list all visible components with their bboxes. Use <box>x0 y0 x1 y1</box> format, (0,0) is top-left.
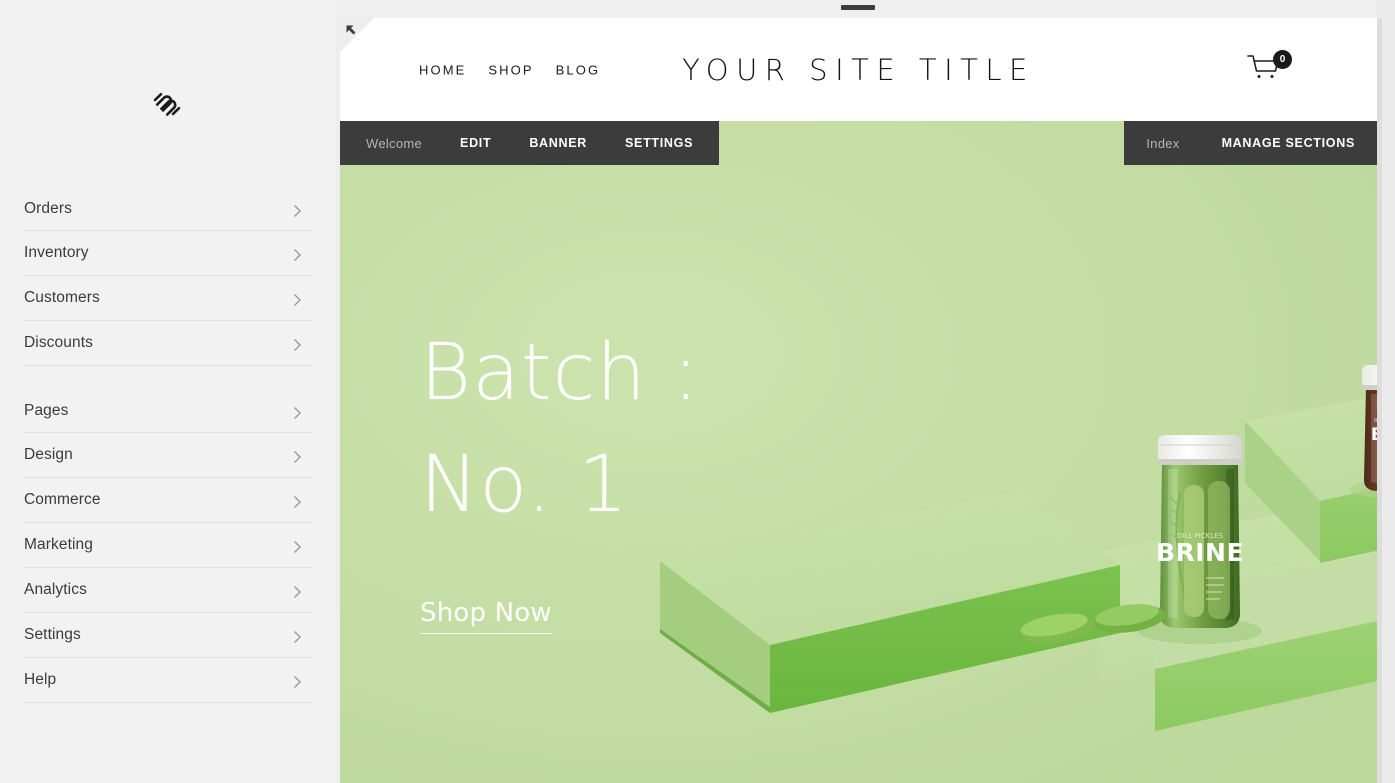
sidebar-item-label: Orders <box>24 199 72 217</box>
cart-count-badge: 0 <box>1273 49 1292 69</box>
sidebar-item-label: Inventory <box>24 244 89 261</box>
svg-text:DILL PICKLES: DILL PICKLES <box>1177 532 1224 540</box>
sidebar-item-settings[interactable]: Settings <box>24 613 312 658</box>
chevron-right-icon <box>293 496 302 508</box>
sidebar-item-inventory[interactable]: Inventory <box>24 231 312 276</box>
sidebar-item-orders[interactable]: Orders <box>24 186 312 231</box>
svg-text:BRINE: BRINE <box>1371 425 1377 445</box>
shop-now-link[interactable]: Shop Now <box>420 598 552 634</box>
manage-sections-button[interactable]: MANAGE SECTIONS <box>1222 136 1355 150</box>
hero-headline-line-1: Batch : <box>420 328 700 418</box>
sidebar-item-label: Commerce <box>24 491 101 508</box>
sidebar-nav: Orders Inventory Customers Discounts Pag… <box>24 186 312 725</box>
sidebar-item-label: Settings <box>24 626 81 643</box>
sidebar-item-label: Design <box>24 446 73 463</box>
toolbar-edit-button[interactable]: EDIT <box>460 136 491 150</box>
sidebar-item-discounts[interactable]: Discounts <box>24 321 312 366</box>
hero-copy: Batch : No. 1 Shop Now <box>420 317 700 634</box>
hero-banner[interactable]: BRINE DILL PICKLES B Batch: No. 1 Shop … <box>340 121 1377 783</box>
sidebar-item-label: Analytics <box>24 581 87 598</box>
site-preview-panel: HOME SHOP BLOG YOUR SITE TITLE 0 BRINE D… <box>340 18 1377 783</box>
sidebar-item-marketing[interactable]: Marketing <box>24 523 312 568</box>
sidebar-item-label: Customers <box>24 289 100 306</box>
site-header: HOME SHOP BLOG YOUR SITE TITLE 0 <box>340 18 1377 121</box>
sidebar-item-commerce[interactable]: Commerce <box>24 478 312 523</box>
chevron-right-icon <box>293 204 302 217</box>
chevron-right-icon <box>293 249 302 261</box>
sidebar-item-help[interactable]: Help <box>24 658 312 703</box>
chevron-right-icon <box>293 339 302 351</box>
sidebar-item-analytics[interactable]: Analytics <box>24 568 312 613</box>
toolbar-settings-button[interactable]: SETTINGS <box>625 136 693 150</box>
resize-arrow-icon[interactable] <box>345 24 359 38</box>
squarespace-logo-icon <box>153 92 181 116</box>
sidebar-group-commerce: Orders Inventory Customers Discounts <box>24 186 312 366</box>
toolbar-context-label: Welcome <box>366 135 423 151</box>
chevron-right-icon <box>293 541 302 553</box>
sidebar-item-pages[interactable]: Pages <box>24 388 312 433</box>
chevron-right-icon <box>293 676 302 688</box>
editor-toolbar-right: Index MANAGE SECTIONS <box>1124 121 1377 165</box>
sidebar-item-customers[interactable]: Customers <box>24 276 312 321</box>
right-gutter <box>1377 0 1395 783</box>
chevron-right-icon <box>293 294 302 306</box>
chevron-right-icon <box>293 586 302 598</box>
toolbar-index-label: Index <box>1146 135 1180 151</box>
chevron-right-icon <box>293 451 302 463</box>
site-title[interactable]: YOUR SITE TITLE <box>340 53 1377 87</box>
squarespace-logo[interactable] <box>0 92 336 118</box>
cart-button[interactable]: 0 <box>1246 49 1292 87</box>
sidebar-item-label: Pages <box>24 401 69 419</box>
sidebar-item-label: Discounts <box>24 334 93 351</box>
sidebar-item-label: Help <box>24 671 57 688</box>
chevron-right-icon <box>293 406 302 419</box>
admin-sidebar: Orders Inventory Customers Discounts Pag… <box>0 0 336 783</box>
svg-text:BRINE: BRINE <box>1156 538 1244 567</box>
sidebar-item-label: Marketing <box>24 536 93 553</box>
hero-headline-line-2: No. 1 <box>420 440 629 530</box>
toolbar-banner-button[interactable]: BANNER <box>529 136 587 150</box>
sidebar-item-design[interactable]: Design <box>24 433 312 478</box>
squarespace-editor-window: Orders Inventory Customers Discounts Pag… <box>0 0 1395 783</box>
chevron-right-icon <box>293 631 302 643</box>
sidebar-group-site: Pages Design Commerce Marketing Analytic… <box>24 388 312 703</box>
editor-toolbar-left: Welcome EDIT BANNER SETTINGS <box>340 121 720 165</box>
svg-text:BEETS: BEETS <box>1374 418 1377 424</box>
preview-drag-handle[interactable] <box>841 5 875 10</box>
